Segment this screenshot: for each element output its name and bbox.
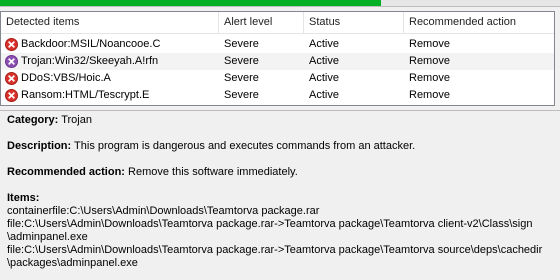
threat-name: Backdoor:MSIL/Noancooe.C: [21, 38, 161, 50]
recommended-action: Remove: [409, 89, 450, 101]
red-x-circle-icon: [5, 89, 18, 102]
recommended-action: Remove: [409, 72, 450, 84]
description-value: This program is dangerous and executes c…: [74, 140, 416, 152]
table-row[interactable]: DDoS:VBS/Hoic.A Severe Active Remove: [1, 70, 554, 87]
category-line: Category: Trojan: [7, 114, 92, 127]
category-value: Trojan: [61, 114, 92, 126]
item-path-line: containerfile:C:\Users\Admin\Downloads\T…: [7, 205, 320, 217]
description-line: Description: This program is dangerous a…: [7, 140, 415, 153]
items-label: Items:: [7, 192, 40, 204]
recommended-action-value: Remove this software immediately.: [128, 166, 298, 178]
item-path-line: file:C:\Users\Admin\Downloads\Teamtorva …: [7, 218, 533, 230]
recommended-action: Remove: [409, 55, 450, 67]
status: Active: [309, 55, 339, 67]
table-row[interactable]: Trojan:Win32/Skeeyah.A!rfn Severe Active…: [1, 53, 554, 70]
column-header-detected-items[interactable]: Detected items: [1, 12, 219, 33]
column-header-recommended-action[interactable]: Recommended action: [404, 12, 554, 33]
alert-level: Severe: [224, 38, 259, 50]
column-header-status[interactable]: Status: [304, 12, 404, 33]
red-x-circle-icon: [5, 72, 18, 85]
column-header-alert-level[interactable]: Alert level: [219, 12, 304, 33]
scan-progress-fill: [0, 0, 381, 6]
item-path-line: \adminpanel.exe: [7, 231, 88, 243]
status: Active: [309, 38, 339, 50]
threat-details-panel: Category: Trojan Description: This progr…: [0, 110, 560, 280]
recommended-action-line: Recommended action: Remove this software…: [7, 166, 298, 179]
status: Active: [309, 72, 339, 84]
category-label: Category:: [7, 114, 59, 126]
alert-level: Severe: [224, 72, 259, 84]
alert-level: Severe: [224, 89, 259, 101]
recommended-action-label: Recommended action:: [7, 166, 125, 178]
threat-name: Trojan:Win32/Skeeyah.A!rfn: [21, 55, 159, 67]
table-row[interactable]: Ransom:HTML/Tescrypt.E Severe Active Rem…: [1, 87, 554, 104]
red-x-circle-icon: [5, 38, 18, 51]
table-row[interactable]: Backdoor:MSIL/Noancooe.C Severe Active R…: [1, 36, 554, 53]
description-label: Description:: [7, 140, 72, 152]
status: Active: [309, 89, 339, 101]
detected-items-table[interactable]: Detected items Alert level Status Recomm…: [0, 11, 555, 106]
recommended-action: Remove: [409, 38, 450, 50]
scan-progress-bar: [0, 0, 560, 7]
threat-name: Ransom:HTML/Tescrypt.E: [21, 89, 150, 101]
table-header: Detected items Alert level Status Recomm…: [1, 12, 554, 34]
item-path-line: file:C:\Users\Admin\Downloads\Teamtorva …: [7, 244, 543, 256]
threat-name: DDoS:VBS/Hoic.A: [21, 72, 111, 84]
purple-x-circle-icon: [5, 55, 18, 68]
alert-level: Severe: [224, 55, 259, 67]
item-path-line: \packages\adminpanel.exe: [7, 257, 138, 269]
